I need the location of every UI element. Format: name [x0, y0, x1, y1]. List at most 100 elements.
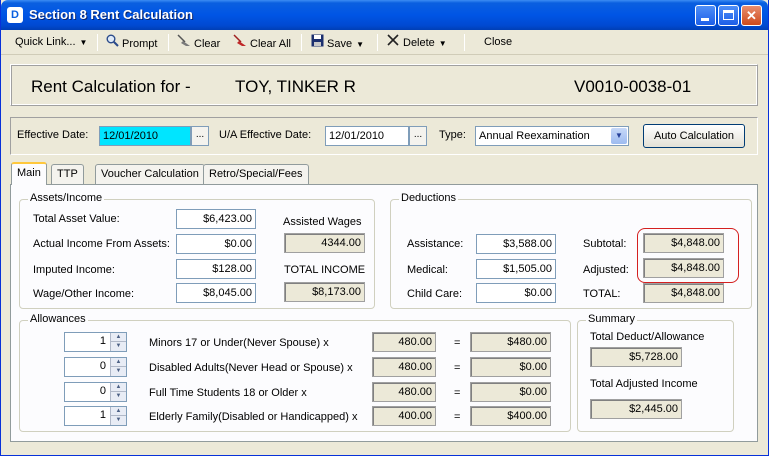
effective-date-row: Effective Date: 12/01/2010 ... U/A Effec…: [10, 117, 758, 155]
tab-ttp[interactable]: TTP: [51, 164, 84, 184]
broom-red-icon: [233, 34, 247, 53]
tab-voucher-calculation[interactable]: Voucher Calculation: [95, 164, 205, 184]
stepper-up-button[interactable]: ▲: [110, 358, 126, 367]
x-icon: [386, 34, 400, 52]
total-adjusted-income-label: Total Adjusted Income: [590, 378, 698, 390]
students-amount: $0.00: [470, 382, 551, 402]
toolbar-separator: [377, 34, 378, 51]
assistance-label: Assistance:: [407, 238, 464, 250]
effective-date-input[interactable]: 12/01/2010: [99, 126, 191, 146]
elderly-count-stepper[interactable]: 1 ▲ ▼: [64, 406, 127, 426]
toolbar-separator: [464, 34, 465, 51]
title-bar[interactable]: D Section 8 Rent Calculation ✕: [1, 0, 768, 30]
medical-label: Medical:: [407, 264, 448, 276]
clear-all-button[interactable]: Clear All: [233, 34, 291, 51]
adjusted-label: Adjusted:: [583, 264, 629, 276]
toolbar-separator: [168, 34, 169, 51]
magnifier-icon: [105, 34, 119, 53]
equals-sign: =: [454, 362, 461, 374]
total-asset-value-input[interactable]: $6,423.00: [176, 209, 256, 229]
ua-effective-date-label: U/A Effective Date:: [219, 129, 312, 141]
imputed-income-label: Imputed Income:: [33, 264, 115, 276]
clear-all-label: Clear All: [250, 38, 291, 50]
broom-icon: [177, 34, 191, 53]
save-button[interactable]: Save ▼: [310, 34, 364, 51]
window-title: Section 8 Rent Calculation: [29, 7, 193, 22]
clear-label: Clear: [194, 38, 221, 50]
quick-link-label: Quick Link...: [15, 36, 76, 48]
allowances-title: Allowances: [28, 313, 88, 325]
rent-calculation-label: Rent Calculation for -: [31, 77, 191, 96]
minors-count-stepper[interactable]: 1 ▲ ▼: [64, 332, 127, 352]
maximize-icon: [723, 10, 734, 20]
actual-income-from-assets-input[interactable]: $0.00: [176, 234, 256, 254]
stepper-down-button[interactable]: ▼: [110, 392, 126, 401]
students-count-value: 0: [99, 385, 106, 397]
clear-button[interactable]: Clear: [177, 34, 220, 51]
rent-calculation-window: D Section 8 Rent Calculation ✕ Quick Lin…: [0, 0, 769, 456]
assistance-input[interactable]: $3,588.00: [476, 234, 556, 254]
disabled-adults-count-stepper[interactable]: 0 ▲ ▼: [64, 357, 127, 377]
stepper-up-button[interactable]: ▲: [110, 333, 126, 342]
students-label: Full Time Students 18 or Older x: [149, 387, 307, 399]
minors-count-value: 1: [99, 335, 106, 347]
close-window-button[interactable]: ✕: [741, 5, 762, 26]
actual-income-from-assets-label: Actual Income From Assets:: [33, 238, 170, 250]
total-deduct-allowance-label: Total Deduct/Allowance: [590, 331, 705, 343]
wage-other-income-input[interactable]: $8,045.00: [176, 283, 256, 303]
stepper-up-button[interactable]: ▲: [110, 383, 126, 392]
quick-link-dropdown-icon: ▼: [79, 38, 88, 47]
stepper-down-button[interactable]: ▼: [110, 342, 126, 351]
floppy-disk-icon: [310, 34, 324, 53]
medical-input[interactable]: $1,505.00: [476, 259, 556, 279]
minimize-button[interactable]: [695, 5, 716, 26]
total-adjusted-income-value: $2,445.00: [590, 399, 682, 419]
stepper-down-button[interactable]: ▼: [110, 367, 126, 376]
equals-sign: =: [454, 411, 461, 423]
equals-sign: =: [454, 387, 461, 399]
auto-calculation-button[interactable]: Auto Calculation: [643, 124, 745, 148]
delete-button[interactable]: Delete ▼: [386, 34, 447, 51]
type-select[interactable]: Annual Reexamination ▼: [475, 126, 629, 146]
tenant-id: V0010-0038-01: [574, 77, 692, 96]
ua-date-picker-button[interactable]: ...: [409, 126, 427, 146]
maximize-button[interactable]: [718, 5, 739, 26]
disabled-adults-count-value: 0: [99, 360, 106, 372]
delete-dropdown-icon: ▼: [438, 39, 447, 48]
students-count-stepper[interactable]: 0 ▲ ▼: [64, 382, 127, 402]
child-care-input[interactable]: $0.00: [476, 283, 556, 303]
tab-main[interactable]: Main: [11, 162, 47, 185]
stepper-arrows: ▲ ▼: [110, 333, 126, 351]
disabled-adults-label: Disabled Adults(Never Head or Spouse) x: [149, 362, 353, 374]
quick-link-button[interactable]: Quick Link... ▼: [15, 34, 87, 51]
prompt-label: Prompt: [122, 38, 158, 50]
assisted-wages-label: Assisted Wages: [283, 216, 362, 228]
tab-retro-special-fees[interactable]: Retro/Special/Fees: [203, 164, 309, 184]
minors-rate: 480.00: [372, 332, 436, 352]
students-rate: 480.00: [372, 382, 436, 402]
effective-date-picker-button[interactable]: ...: [191, 126, 209, 146]
close-icon: ✕: [746, 8, 757, 23]
wage-other-income-label: Wage/Other Income:: [33, 288, 135, 300]
assisted-wages-value: 4344.00: [284, 233, 365, 253]
imputed-income-input[interactable]: $128.00: [176, 259, 256, 279]
minimize-icon: [701, 18, 709, 21]
save-label: Save: [327, 38, 353, 50]
disabled-adults-rate: 480.00: [372, 357, 436, 377]
close-button[interactable]: Close: [484, 34, 512, 51]
disabled-adults-amount: $0.00: [470, 357, 551, 377]
ua-effective-date-input[interactable]: 12/01/2010: [325, 126, 409, 146]
deductions-total-value: $4,848.00: [643, 283, 724, 303]
toolbar: Quick Link... ▼ Prompt Clear Clear All Sa…: [1, 30, 768, 55]
total-deduct-allowance-value: $5,728.00: [590, 347, 682, 367]
effective-date-label: Effective Date:: [17, 129, 89, 141]
tenant-name: TOY, TINKER R: [235, 77, 356, 96]
stepper-arrows: ▲ ▼: [110, 383, 126, 401]
stepper-down-button[interactable]: ▼: [110, 416, 126, 425]
highlight-annotation: [637, 228, 739, 283]
elderly-count-value: 1: [99, 409, 106, 421]
prompt-button[interactable]: Prompt: [105, 34, 157, 51]
stepper-up-button[interactable]: ▲: [110, 407, 126, 416]
minors-label: Minors 17 or Under(Never Spouse) x: [149, 337, 329, 349]
elderly-rate: 400.00: [372, 406, 436, 426]
